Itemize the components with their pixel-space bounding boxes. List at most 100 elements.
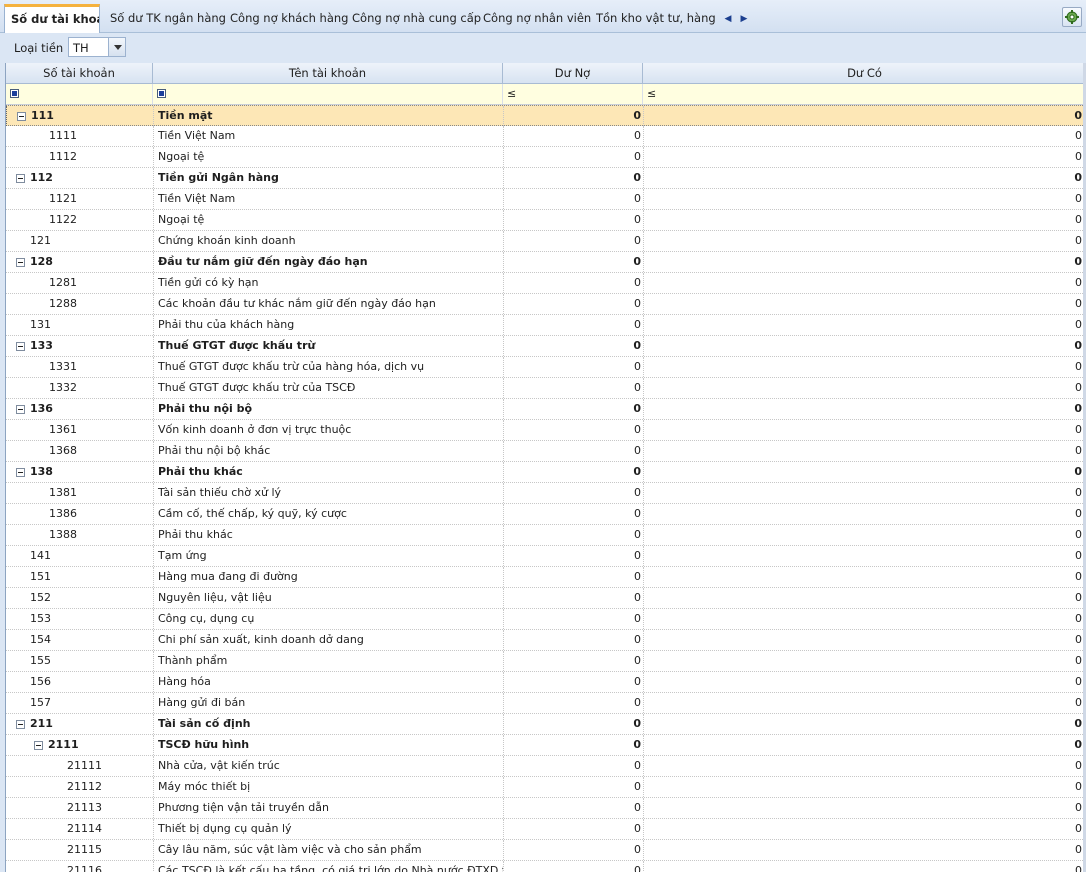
- debit-cell[interactable]: 0: [503, 777, 643, 797]
- column-header-credit[interactable]: Dư Có: [643, 63, 1086, 84]
- credit-cell[interactable]: 0: [643, 252, 1084, 272]
- chevron-down-icon[interactable]: [108, 38, 125, 56]
- account-no-cell[interactable]: 111: [6, 106, 153, 126]
- account-no-cell[interactable]: 1386: [6, 504, 153, 524]
- debit-cell[interactable]: 0: [503, 672, 643, 692]
- collapse-icon[interactable]: [16, 258, 25, 267]
- credit-cell[interactable]: 0: [643, 861, 1084, 872]
- credit-cell[interactable]: 0: [643, 651, 1084, 671]
- credit-cell[interactable]: 0: [643, 609, 1084, 629]
- account-no-cell[interactable]: 1111: [6, 126, 153, 146]
- table-row[interactable]: 1388 Phải thu khác 0 0: [6, 525, 1086, 546]
- account-name-cell[interactable]: Phải thu khác: [153, 462, 503, 482]
- column-header-account-no[interactable]: Số tài khoản: [6, 63, 153, 84]
- collapse-icon[interactable]: [16, 342, 25, 351]
- filter-cell-account-no[interactable]: [6, 84, 153, 104]
- debit-cell[interactable]: 0: [503, 630, 643, 650]
- debit-cell[interactable]: 0: [503, 231, 643, 251]
- debit-cell[interactable]: 0: [503, 861, 643, 872]
- account-no-cell[interactable]: 136: [6, 399, 153, 419]
- filter-cell-credit[interactable]: ≤: [643, 84, 1086, 104]
- credit-cell[interactable]: 0: [643, 735, 1084, 755]
- credit-cell[interactable]: 0: [643, 693, 1084, 713]
- debit-cell[interactable]: 0: [503, 147, 643, 167]
- account-no-cell[interactable]: 138: [6, 462, 153, 482]
- table-row[interactable]: 111 Tiền mặt 0 0: [6, 105, 1086, 126]
- filter-operator[interactable]: ≤: [647, 87, 656, 100]
- account-name-cell[interactable]: Hàng hóa: [153, 672, 503, 692]
- account-no-cell[interactable]: 1361: [6, 420, 153, 440]
- account-name-cell[interactable]: Hàng mua đang đi đường: [153, 567, 503, 587]
- account-name-cell[interactable]: Phải thu nội bộ: [153, 399, 503, 419]
- table-row[interactable]: 1332 Thuế GTGT được khấu trừ của TSCĐ 0 0: [6, 378, 1086, 399]
- account-name-cell[interactable]: Tài sản cố định: [153, 714, 503, 734]
- account-no-cell[interactable]: 1281: [6, 273, 153, 293]
- credit-cell[interactable]: 0: [643, 399, 1084, 419]
- debit-cell[interactable]: 0: [503, 756, 643, 776]
- table-row[interactable]: 21112 Máy móc thiết bị 0 0: [6, 777, 1086, 798]
- currency-select[interactable]: TH: [68, 37, 126, 57]
- account-name-cell[interactable]: Thành phẩm: [153, 651, 503, 671]
- account-name-cell[interactable]: Các TSCĐ là kết cấu hạ tầng, có giá trị …: [153, 861, 503, 872]
- table-row[interactable]: 21115 Cây lâu năm, súc vật làm việc và ch…: [6, 840, 1086, 861]
- account-no-cell[interactable]: 21112: [6, 777, 153, 797]
- credit-cell[interactable]: 0: [643, 462, 1084, 482]
- table-row[interactable]: 133 Thuế GTGT được khấu trừ 0 0: [6, 336, 1086, 357]
- tab-employee-debt[interactable]: Công nợ nhân viên: [483, 4, 591, 33]
- credit-cell[interactable]: 0: [643, 672, 1084, 692]
- account-no-cell[interactable]: 133: [6, 336, 153, 356]
- credit-cell[interactable]: 0: [643, 168, 1084, 188]
- credit-cell[interactable]: 0: [643, 106, 1084, 126]
- collapse-icon[interactable]: [16, 174, 25, 183]
- account-name-cell[interactable]: Phải thu khác: [153, 525, 503, 545]
- tab-scroll-right-icon[interactable]: ▶: [737, 12, 751, 27]
- credit-cell[interactable]: 0: [643, 294, 1084, 314]
- credit-cell[interactable]: 0: [643, 567, 1084, 587]
- account-name-cell[interactable]: Thuế GTGT được khấu trừ của TSCĐ: [153, 378, 503, 398]
- account-name-cell[interactable]: Thiết bị dụng cụ quản lý: [153, 819, 503, 839]
- table-row[interactable]: 152 Nguyên liệu, vật liệu 0 0: [6, 588, 1086, 609]
- debit-cell[interactable]: 0: [503, 336, 643, 356]
- account-no-cell[interactable]: 1331: [6, 357, 153, 377]
- account-name-cell[interactable]: Đầu tư nắm giữ đến ngày đáo hạn: [153, 252, 503, 272]
- credit-cell[interactable]: 0: [643, 231, 1084, 251]
- account-name-cell[interactable]: Máy móc thiết bị: [153, 777, 503, 797]
- debit-cell[interactable]: 0: [503, 798, 643, 818]
- credit-cell[interactable]: 0: [643, 504, 1084, 524]
- table-row[interactable]: 21111 Nhà cửa, vật kiến trúc 0 0: [6, 756, 1086, 777]
- account-no-cell[interactable]: 1368: [6, 441, 153, 461]
- account-name-cell[interactable]: Hàng gửi đi bán: [153, 693, 503, 713]
- collapse-icon[interactable]: [16, 468, 25, 477]
- account-no-cell[interactable]: 1121: [6, 189, 153, 209]
- account-name-cell[interactable]: Phải thu của khách hàng: [153, 315, 503, 335]
- credit-cell[interactable]: 0: [643, 546, 1084, 566]
- debit-cell[interactable]: 0: [503, 609, 643, 629]
- filter-checkbox-icon[interactable]: [157, 89, 166, 98]
- debit-cell[interactable]: 0: [503, 567, 643, 587]
- account-name-cell[interactable]: Chứng khoán kinh doanh: [153, 231, 503, 251]
- collapse-icon[interactable]: [16, 405, 25, 414]
- credit-cell[interactable]: 0: [643, 777, 1084, 797]
- account-no-cell[interactable]: 151: [6, 567, 153, 587]
- account-no-cell[interactable]: 112: [6, 168, 153, 188]
- filter-cell-debit[interactable]: ≤: [503, 84, 643, 104]
- account-no-cell[interactable]: 21116: [6, 861, 153, 872]
- debit-cell[interactable]: 0: [503, 651, 643, 671]
- account-no-cell[interactable]: 1112: [6, 147, 153, 167]
- account-name-cell[interactable]: Nguyên liệu, vật liệu: [153, 588, 503, 608]
- debit-cell[interactable]: 0: [503, 420, 643, 440]
- account-name-cell[interactable]: Tiền Việt Nam: [153, 189, 503, 209]
- account-name-cell[interactable]: Tiền gửi có kỳ hạn: [153, 273, 503, 293]
- account-name-cell[interactable]: Công cụ, dụng cụ: [153, 609, 503, 629]
- table-row[interactable]: 211 Tài sản cố định 0 0: [6, 714, 1086, 735]
- credit-cell[interactable]: 0: [643, 714, 1084, 734]
- credit-cell[interactable]: 0: [643, 756, 1084, 776]
- account-no-cell[interactable]: 131: [6, 315, 153, 335]
- table-row[interactable]: 1121 Tiền Việt Nam 0 0: [6, 189, 1086, 210]
- account-name-cell[interactable]: Phương tiện vận tải truyền dẫn: [153, 798, 503, 818]
- account-no-cell[interactable]: 1388: [6, 525, 153, 545]
- table-row[interactable]: 21116 Các TSCĐ là kết cấu hạ tầng, có giá…: [6, 861, 1086, 872]
- account-no-cell[interactable]: 157: [6, 693, 153, 713]
- credit-cell[interactable]: 0: [643, 189, 1084, 209]
- debit-cell[interactable]: 0: [503, 462, 643, 482]
